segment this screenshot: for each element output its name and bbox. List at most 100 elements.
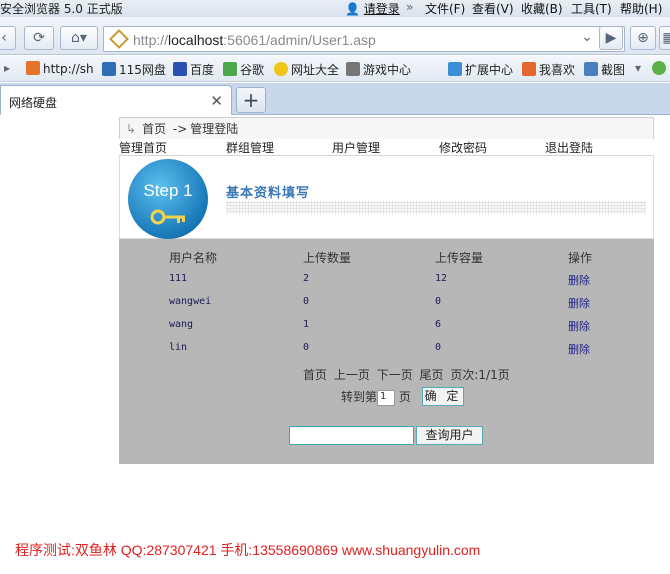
table-cell-count: 0 <box>303 342 310 353</box>
table-cell-count: 1 <box>303 319 310 330</box>
site-icon <box>223 62 237 76</box>
confirm-button[interactable]: 确 定 <box>422 387 464 406</box>
play-icon: ▶ <box>605 30 617 46</box>
nav-group-manage[interactable]: 群组管理 <box>226 139 274 156</box>
fav-item-4[interactable]: 网址大全 <box>274 61 339 78</box>
table-cell-count: 2 <box>303 273 310 284</box>
title-bar: 安全浏览器 5.0 正式版 👤 请登录 » 文件(F) 查看(V) 收藏(B) … <box>0 0 670 17</box>
fav-item-2[interactable]: 百度 <box>173 61 214 78</box>
favorites-bar: ▸ http://sh 115网盘 百度 谷歌 网址大全 游戏中心 扩展中心 我… <box>0 56 670 82</box>
pagination: 首页 上一页 下一页 尾页 页次:1/1页 <box>303 366 510 383</box>
goto-prefix: 转到第 <box>341 390 378 404</box>
user-icon: 👤 <box>345 2 360 16</box>
table-cell-size: 6 <box>435 319 442 330</box>
delete-link[interactable]: 删除 <box>568 318 590 334</box>
page-content: ↳ 首页 -> 管理登陆 管理首页 群组管理 用户管理 修改密码 退出登陆 Step… <box>119 117 654 464</box>
fav-item-0[interactable]: http://sh <box>26 61 94 76</box>
breadcrumb-sep: -> <box>172 122 188 136</box>
table-cell-name: 111 <box>169 273 188 284</box>
dropdown-icon[interactable]: ▾ <box>635 61 641 75</box>
step-badge: Step 1 <box>128 159 208 239</box>
menu-file[interactable]: 文件(F) <box>425 0 465 17</box>
table-cell-count: 0 <box>303 296 310 307</box>
plus-icon: + <box>242 88 260 112</box>
home-icon: ⌂▾ <box>71 30 87 46</box>
fav-item-3[interactable]: 谷歌 <box>223 61 264 78</box>
close-icon[interactable]: ✕ <box>210 92 223 110</box>
refresh-button[interactable]: ⟳ <box>24 26 54 50</box>
menu-view[interactable]: 查看(V) <box>472 0 514 17</box>
goto-suffix: 页 <box>398 390 411 404</box>
pager-status: 页次:1/1页 <box>450 368 510 382</box>
new-tab-button[interactable]: + <box>236 87 266 113</box>
back-button[interactable]: ‹ <box>0 26 16 50</box>
table-cell-name: wangwei <box>169 296 212 307</box>
extra-icon[interactable] <box>652 61 669 76</box>
shield-plus-icon: ⊕ <box>637 30 649 46</box>
banner: Step 1 基本资料填写 <box>119 156 654 239</box>
page-number-input[interactable]: 1 <box>377 389 396 406</box>
fav-item-8[interactable]: 截图 <box>584 61 625 78</box>
delete-link[interactable]: 删除 <box>568 295 590 311</box>
favorites-arrow-icon[interactable]: ▸ <box>4 61 10 75</box>
screenshot-icon <box>584 62 598 76</box>
corner-arrow-icon: ↳ <box>126 122 137 136</box>
dotted-decoration <box>226 201 646 214</box>
site-icon <box>274 62 288 76</box>
nav-user-manage[interactable]: 用户管理 <box>332 139 380 156</box>
site-icon <box>102 62 116 76</box>
site-icon <box>26 61 40 75</box>
tab-active[interactable]: 网络硬盘 ✕ <box>0 85 232 115</box>
login-link[interactable]: 👤 请登录 <box>345 0 400 17</box>
breadcrumb-home[interactable]: 首页 <box>142 122 166 136</box>
user-panel: 用户名称 上传数量 上传容量 操作 111 2 12 删除 wangwei 0 … <box>119 239 654 464</box>
table-cell-size: 0 <box>435 296 442 307</box>
header-username: 用户名称 <box>169 251 218 265</box>
address-toolbar: ‹ ⟳ ⌂▾ http://localhost:56061/admin/User… <box>0 17 670 55</box>
dropdown-icon[interactable]: ⌄ <box>577 26 597 50</box>
security-button[interactable]: ⊕ <box>630 26 656 50</box>
delete-link[interactable]: 删除 <box>568 272 590 288</box>
fav-item-7[interactable]: 我喜欢 <box>522 61 575 78</box>
menu-tools[interactable]: 工具(T) <box>571 0 612 17</box>
goto-page: 转到第 1 页 <box>341 388 411 406</box>
fav-item-1[interactable]: 115网盘 <box>102 61 166 78</box>
home-button[interactable]: ⌂▾ <box>60 26 98 50</box>
pager-prev[interactable]: 上一页 <box>334 368 370 382</box>
banner-title: 基本资料填写 <box>226 186 311 201</box>
pager-next[interactable]: 下一页 <box>377 368 413 382</box>
delete-link[interactable]: 删除 <box>568 341 590 357</box>
fav-item-6[interactable]: 扩展中心 <box>448 61 513 78</box>
menu-button[interactable]: ▦ <box>659 26 670 50</box>
paw-icon <box>173 62 187 76</box>
table-cell-name: wang <box>169 319 194 330</box>
window-title: 安全浏览器 5.0 正式版 <box>0 2 123 16</box>
breadcrumb-current: 管理登陆 <box>190 122 239 136</box>
header-action: 操作 <box>568 251 593 265</box>
menu-help[interactable]: 帮助(H) <box>620 0 662 17</box>
puzzle-icon <box>448 62 462 76</box>
pager-first[interactable]: 首页 <box>303 368 327 382</box>
table-cell-name: lin <box>169 342 188 353</box>
fav-item-5[interactable]: 游戏中心 <box>346 61 411 78</box>
address-input[interactable]: http://localhost:56061/admin/User1.asp <box>103 26 625 52</box>
search-user-button[interactable]: 查询用户 <box>416 426 483 445</box>
header-upload-size: 上传容量 <box>435 251 484 265</box>
chevron-right-icon[interactable]: » <box>406 0 413 14</box>
go-button[interactable]: ▶ <box>599 26 623 50</box>
pager-last[interactable]: 尾页 <box>420 368 444 382</box>
header-upload-count: 上传数量 <box>303 251 352 265</box>
back-arrow-icon: ‹ <box>1 30 7 46</box>
search-user-input[interactable] <box>289 426 414 445</box>
nav-admin-home[interactable]: 管理首页 <box>119 139 167 156</box>
breadcrumb: ↳ 首页 -> 管理登陆 <box>119 117 654 139</box>
nav-change-password[interactable]: 修改密码 <box>439 139 487 156</box>
grid-icon: ▦ <box>662 30 670 46</box>
nav-logout[interactable]: 退出登陆 <box>545 139 593 156</box>
menu-favorites[interactable]: 收藏(B) <box>521 0 563 17</box>
table-cell-size: 12 <box>435 273 448 284</box>
footer-credits: 程序测试:双鱼林 QQ:287307421 手机:13558690869 www… <box>15 542 481 558</box>
admin-nav: 管理首页 群组管理 用户管理 修改密码 退出登陆 <box>119 139 654 156</box>
refresh-icon: ⟳ <box>33 30 45 46</box>
tab-bar: 网络硬盘 ✕ + <box>0 83 670 115</box>
